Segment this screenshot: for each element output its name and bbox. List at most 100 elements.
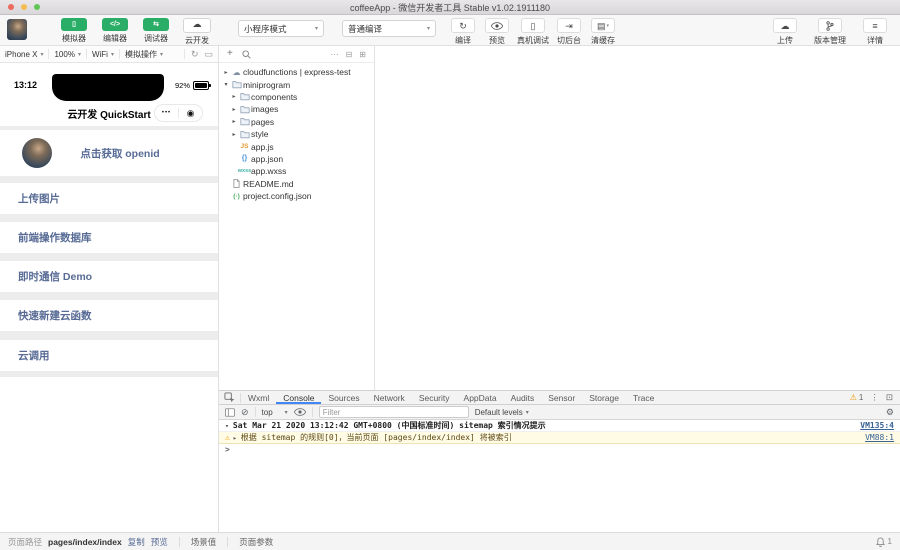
iphone-notch [52,74,164,101]
log-levels-select[interactable]: Default levels ▾ [475,408,529,417]
zoom-select[interactable]: 100% ▾ [49,46,85,62]
tree-item-project-config[interactable]: (·) project.config.json [219,190,374,202]
device-debug-button[interactable]: ▯ 真机调试 [517,18,549,46]
add-file-icon[interactable]: + [227,49,233,59]
rotate-device-icon[interactable]: ↻ [191,49,199,60]
menu-item-database[interactable]: 前端操作数据库 [0,222,218,253]
cloud-dev-button[interactable]: ☁ 云开发 [179,18,215,46]
chevron-right-icon[interactable]: ▸ [230,93,238,100]
upload-button[interactable]: ☁ 上传 [771,18,799,46]
tree-item-style[interactable]: ▸ style [219,128,374,140]
close-window-button[interactable] [8,4,14,10]
page-params-button[interactable]: 页面参数 [239,536,273,548]
notifications[interactable]: 1 [876,537,892,547]
context-select[interactable]: top ▾ [262,408,288,417]
chevron-right-icon[interactable]: ▸ [233,434,237,442]
source-link[interactable]: VM88:1 [865,433,894,442]
switch-background-button[interactable]: ⇥ 切后台 [555,18,583,46]
compile-button[interactable]: ↻ 编译 [449,18,477,46]
chevron-right-icon[interactable]: ▸ [230,106,238,113]
debugger-panel: Wxml Console Sources Network Security Ap… [218,390,900,532]
menu-item-new-cloud-function[interactable]: 快速新建云函数 [0,300,218,331]
version-control-button[interactable]: 版本管理 [814,18,846,46]
get-openid-row[interactable]: 点击获取 openid [0,130,218,176]
tab-appdata[interactable]: AppData [457,391,504,404]
editor-toggle-button[interactable]: </> 编辑器 [97,18,133,46]
device-select[interactable]: iPhone X ▾ [0,46,48,62]
source-link[interactable]: VM135:4 [860,421,894,430]
tree-item-app-wxss[interactable]: wxss app.wxss [219,165,374,177]
user-avatar[interactable] [7,19,27,40]
chevron-down-icon: ▾ [40,51,43,58]
clear-console-icon[interactable]: ⊘ [241,407,249,418]
status-time: 13:12 [14,80,37,90]
chevron-right-icon[interactable]: ▸ [230,118,238,125]
more-dots-icon[interactable]: ••• [155,110,178,116]
gear-icon[interactable]: ⚙ [886,407,894,418]
tree-item-app-js[interactable]: JS app.js [219,140,374,152]
tab-sensor[interactable]: Sensor [541,391,582,404]
cache-icon: ▤ [597,20,606,32]
zoom-window-button[interactable] [34,4,40,10]
chevron-right-icon[interactable]: ▸ [222,69,230,76]
tree-item-images[interactable]: ▸ images [219,103,374,115]
tree-item-app-json[interactable]: {} app.json [219,153,374,165]
divider [227,537,228,547]
search-icon[interactable] [242,50,251,59]
kebab-menu-icon[interactable]: ⋮ [870,392,879,403]
chevron-down-icon: ▾ [160,51,163,58]
chevron-right-icon[interactable]: ▸ [230,131,238,138]
new-item-icon[interactable]: ⊞ [359,50,366,59]
console-filter-input[interactable] [319,406,469,418]
warning-count-badge[interactable]: ⚠ 1 [850,393,864,402]
collapse-all-icon[interactable]: ⊟ [346,50,353,59]
eye-icon[interactable] [294,408,306,416]
undock-icon[interactable]: ⊡ [886,392,893,403]
tab-security[interactable]: Security [412,391,457,404]
tab-console[interactable]: Console [276,391,321,404]
inspect-element-icon[interactable] [224,392,235,403]
simulate-operations-select[interactable]: 模拟操作 ▾ [120,46,168,62]
tab-trace[interactable]: Trace [626,391,661,404]
simulator-toggle-button[interactable]: ▯ 模拟器 [56,18,92,46]
preview-path-link[interactable]: 预览 [151,536,168,548]
tab-sources[interactable]: Sources [321,391,366,404]
debugger-toggle-button[interactable]: ⇆ 调试器 [138,18,174,46]
network-select[interactable]: WiFi ▾ [87,46,119,62]
clear-cache-button[interactable]: ▤ ▾ 清缓存 [589,18,617,46]
tab-network[interactable]: Network [367,391,412,404]
chevron-down-icon[interactable]: ▾ [225,422,229,430]
console-warning-message[interactable]: ⚠ ▸ 根据 sitemap 的规则[0]，当前页面 [pages/index/… [219,432,900,444]
mode-select[interactable]: 小程序模式 ▾ [238,20,324,37]
device-frame-icon[interactable]: ▭ [204,49,213,60]
tree-item-miniprogram[interactable]: ▾ miniprogram [219,78,374,90]
menu-item-im-demo[interactable]: 即时通信 Demo [0,261,218,292]
tree-item-cloudfunctions[interactable]: ▸ ☁ cloudfunctions | express-test [219,66,374,78]
copy-path-link[interactable]: 复制 [128,536,145,548]
more-dots-icon[interactable]: ⋯ [331,50,339,59]
preview-button[interactable]: 预览 [483,18,511,46]
background-switch-icon: ⇥ [557,18,581,33]
menu-item-upload-image[interactable]: 上传图片 [0,183,218,214]
phone-simulator: 13:12 92% 云开发 QuickStart ••• ◉ 点击获取 open… [0,63,219,532]
scene-value-button[interactable]: 场景值 [191,536,217,548]
compile-config-select[interactable]: 普通编译 ▾ [342,20,436,37]
tab-wxml[interactable]: Wxml [241,391,276,404]
details-button[interactable]: ≡ 详情 [861,18,889,46]
tab-storage[interactable]: Storage [582,391,626,404]
window-controls[interactable] [8,4,40,10]
chevron-down-icon: ▾ [526,409,529,416]
tree-item-components[interactable]: ▸ components [219,91,374,103]
console-input-row[interactable]: > [219,444,900,455]
tab-audits[interactable]: Audits [504,391,542,404]
console-sidebar-icon[interactable] [225,408,235,417]
menu-item-cloud-call[interactable]: 云调用 [0,340,218,371]
get-openid-button[interactable]: 点击获取 openid [52,146,188,161]
console-group-message[interactable]: ▾ Sat Mar 21 2020 13:12:42 GMT+0800 (中国标… [219,420,900,432]
chevron-down-icon[interactable]: ▾ [222,81,230,88]
minimize-window-button[interactable] [21,4,27,10]
exit-target-icon[interactable]: ◉ [179,106,202,120]
capsule-menu[interactable]: ••• ◉ [154,104,203,122]
tree-item-pages[interactable]: ▸ pages [219,116,374,128]
tree-item-readme[interactable]: README.md [219,178,374,190]
